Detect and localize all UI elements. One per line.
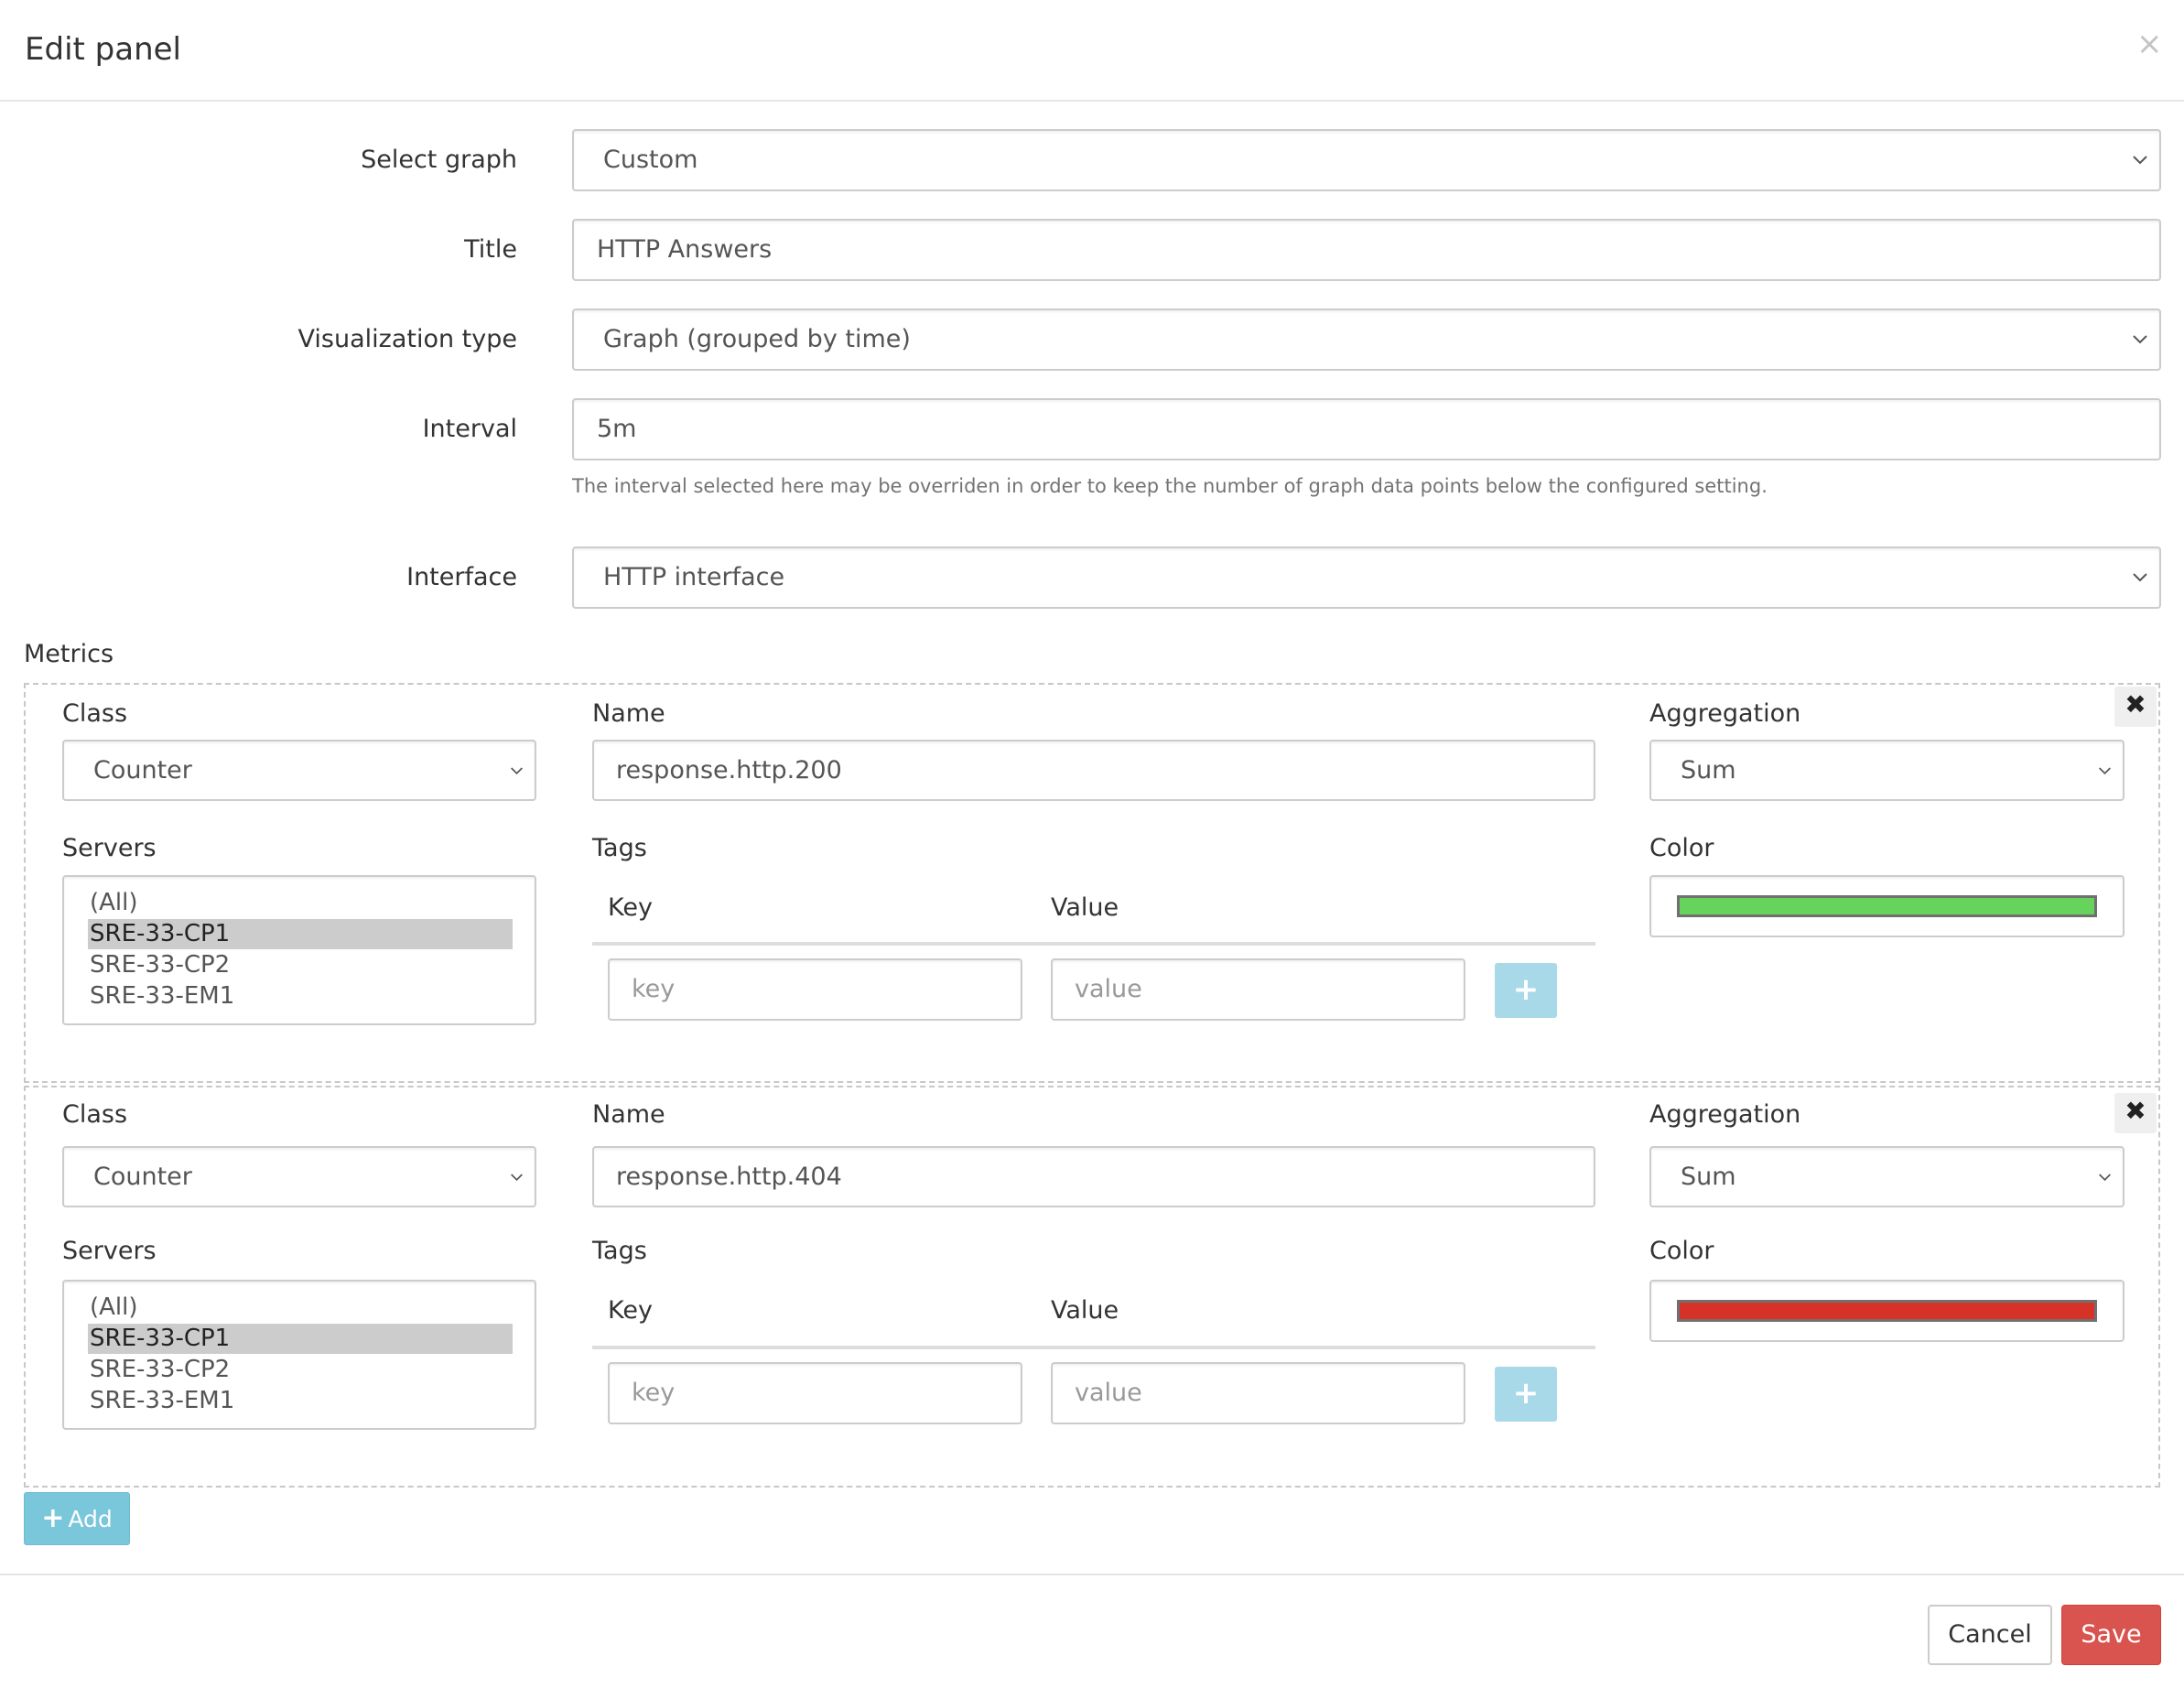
tag-key-placeholder: key <box>632 975 676 1003</box>
aggregation-value: Sum <box>1681 756 1736 784</box>
name-label: Name <box>592 699 665 728</box>
visualization-type-dropdown[interactable]: Graph (grouped by time) <box>572 308 2161 371</box>
tag-value-placeholder: value <box>1075 975 1142 1003</box>
aggregation-label: Aggregation <box>1649 1100 1801 1129</box>
remove-metric-button[interactable]: ✖ <box>2114 1093 2157 1133</box>
chevron-down-icon <box>2133 156 2147 165</box>
title-input-value: HTTP Answers <box>597 235 773 264</box>
select-graph-dropdown[interactable]: Custom <box>572 129 2161 191</box>
color-picker[interactable] <box>1649 1280 2125 1342</box>
server-option-selected[interactable]: SRE-33-CP1 <box>88 919 513 949</box>
tag-value-header: Value <box>1051 893 1119 922</box>
add-metric-button[interactable]: + Add <box>24 1492 130 1545</box>
class-value: Counter <box>93 756 192 784</box>
plus-icon: + <box>1512 1375 1540 1412</box>
tag-value-placeholder: value <box>1075 1379 1142 1407</box>
modal-title: Edit panel <box>25 31 181 68</box>
chevron-down-icon <box>2099 1174 2111 1182</box>
add-tag-button[interactable]: + <box>1495 1367 1557 1422</box>
plus-icon: + <box>41 1502 65 1534</box>
class-label: Class <box>62 699 128 728</box>
server-option[interactable]: SRE-33-CP2 <box>88 1355 513 1385</box>
tag-key-header: Key <box>608 893 653 922</box>
visualization-type-value: Graph (grouped by time) <box>603 325 911 353</box>
tags-label: Tags <box>592 834 647 862</box>
interval-label: Interval <box>422 415 517 443</box>
color-label: Color <box>1649 834 1714 862</box>
metric-item: Class Counter Name response.http.404 Agg… <box>24 1086 2160 1488</box>
interval-input-value: 5m <box>597 415 637 443</box>
cancel-button[interactable]: Cancel <box>1928 1605 2052 1665</box>
add-metric-label: Add <box>68 1506 113 1532</box>
aggregation-value: Sum <box>1681 1163 1736 1191</box>
servers-label: Servers <box>62 1237 157 1265</box>
interface-value: HTTP interface <box>603 563 785 591</box>
class-dropdown[interactable]: Counter <box>62 740 536 801</box>
name-input-value: response.http.200 <box>616 756 842 784</box>
footer-divider <box>0 1574 2184 1575</box>
title-label: Title <box>464 235 517 264</box>
servers-label: Servers <box>62 834 157 862</box>
tag-value-header: Value <box>1051 1296 1119 1325</box>
tag-key-placeholder: key <box>632 1379 676 1407</box>
server-option-selected[interactable]: SRE-33-CP1 <box>88 1324 513 1354</box>
plus-icon: + <box>1512 971 1540 1008</box>
close-icon[interactable]: × <box>2136 26 2163 62</box>
save-button[interactable]: Save <box>2061 1605 2161 1665</box>
server-option[interactable]: (All) <box>88 1293 513 1323</box>
server-option[interactable]: SRE-33-CP2 <box>88 950 513 980</box>
tag-value-input[interactable]: value <box>1051 1362 1465 1424</box>
name-input[interactable]: response.http.404 <box>592 1146 1595 1207</box>
interval-help-text: The interval selected here may be overri… <box>572 475 1768 497</box>
aggregation-label: Aggregation <box>1649 699 1801 728</box>
class-label: Class <box>62 1100 128 1129</box>
class-dropdown[interactable]: Counter <box>62 1146 536 1207</box>
add-tag-button[interactable]: + <box>1495 963 1557 1018</box>
tag-key-header: Key <box>608 1296 653 1325</box>
select-graph-value: Custom <box>603 146 698 174</box>
color-picker[interactable] <box>1649 875 2125 937</box>
tags-header-divider <box>592 1346 1595 1349</box>
tags-header-divider <box>592 942 1595 946</box>
color-label: Color <box>1649 1237 1714 1265</box>
interface-dropdown[interactable]: HTTP interface <box>572 546 2161 609</box>
select-graph-label: Select graph <box>361 146 517 174</box>
servers-listbox[interactable]: (All) SRE-33-CP1 SRE-33-CP2 SRE-33-EM1 <box>62 1280 536 1430</box>
remove-icon: ✖ <box>2125 689 2146 720</box>
chevron-down-icon <box>2133 335 2147 344</box>
tags-label: Tags <box>592 1237 647 1265</box>
name-input[interactable]: response.http.200 <box>592 740 1595 801</box>
tag-key-input[interactable]: key <box>608 958 1022 1021</box>
server-option[interactable]: SRE-33-EM1 <box>88 981 513 1012</box>
server-option[interactable]: SRE-33-EM1 <box>88 1386 513 1416</box>
server-option[interactable]: (All) <box>88 888 513 918</box>
visualization-type-label: Visualization type <box>297 325 517 353</box>
chevron-down-icon <box>511 1174 523 1182</box>
chevron-down-icon <box>2099 767 2111 775</box>
chevron-down-icon <box>2133 573 2147 582</box>
color-swatch <box>1677 895 2097 917</box>
tag-key-input[interactable]: key <box>608 1362 1022 1424</box>
color-swatch <box>1677 1300 2097 1322</box>
aggregation-dropdown[interactable]: Sum <box>1649 1146 2125 1207</box>
header-divider <box>0 100 2184 102</box>
metrics-label: Metrics <box>24 640 114 668</box>
aggregation-dropdown[interactable]: Sum <box>1649 740 2125 801</box>
name-input-value: response.http.404 <box>616 1163 842 1191</box>
interval-input[interactable]: 5m <box>572 398 2161 460</box>
tag-value-input[interactable]: value <box>1051 958 1465 1021</box>
title-input[interactable]: HTTP Answers <box>572 219 2161 281</box>
remove-icon: ✖ <box>2125 1096 2146 1126</box>
name-label: Name <box>592 1100 665 1129</box>
metric-item: Class Counter Name response.http.200 Agg… <box>24 683 2160 1083</box>
chevron-down-icon <box>511 767 523 775</box>
class-value: Counter <box>93 1163 192 1191</box>
interface-label: Interface <box>406 563 517 591</box>
servers-listbox[interactable]: (All) SRE-33-CP1 SRE-33-CP2 SRE-33-EM1 <box>62 875 536 1025</box>
remove-metric-button[interactable]: ✖ <box>2114 687 2157 727</box>
